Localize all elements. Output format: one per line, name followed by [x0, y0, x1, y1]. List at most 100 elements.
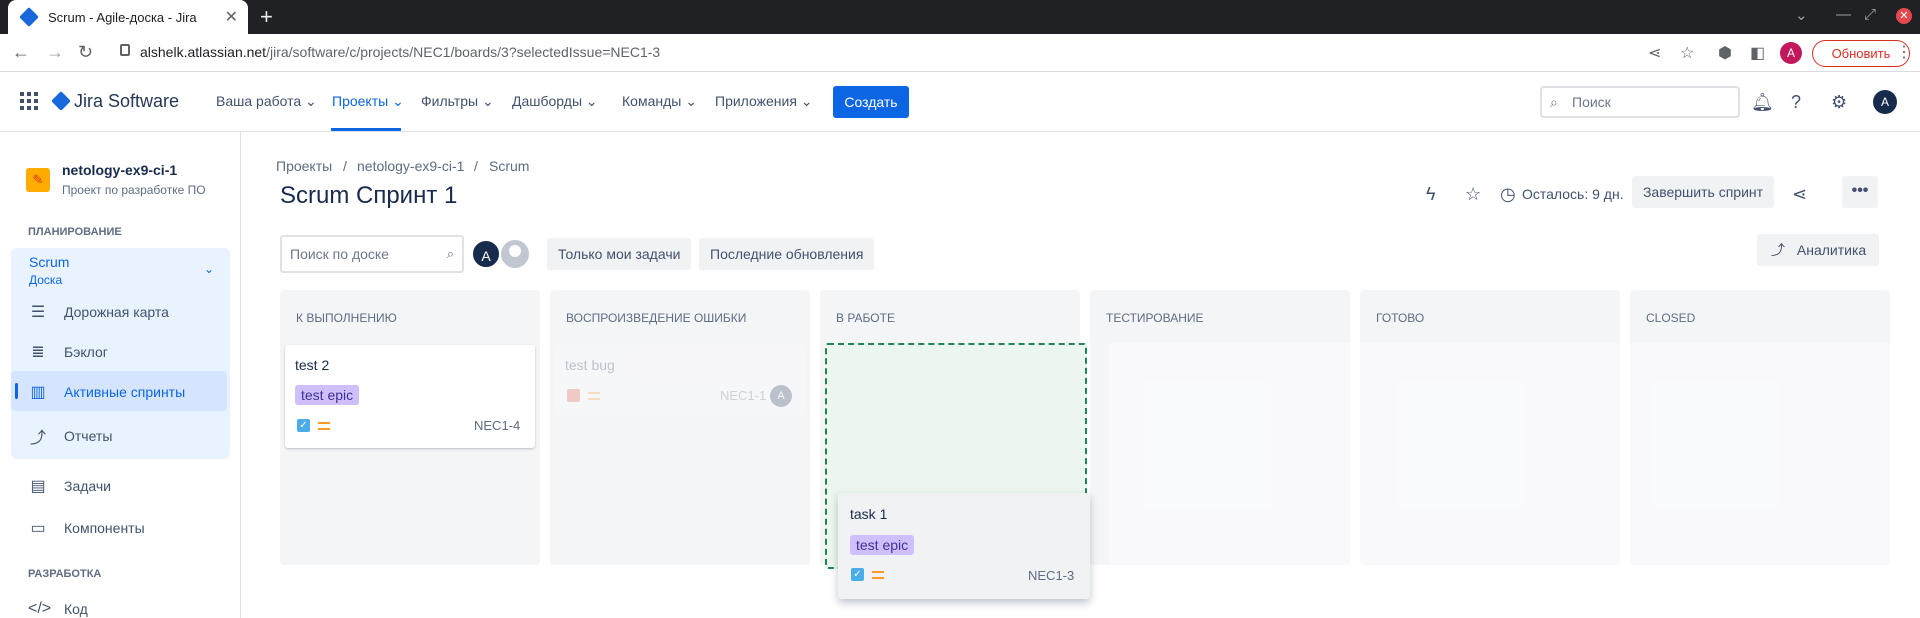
jira-logo-text[interactable]: Jira Software: [74, 91, 179, 112]
new-tab-button[interactable]: +: [260, 4, 273, 30]
board-columns-icon: ▥: [30, 384, 46, 401]
only-my-issues-button[interactable]: Только мои задачи: [547, 238, 692, 270]
breadcrumb-projects[interactable]: Проекты: [276, 158, 332, 174]
dragging-issue-card[interactable]: task 1 test epic ✓ NEC1-3: [838, 493, 1090, 599]
recently-updated-button[interactable]: Последние обновления: [699, 238, 875, 270]
create-button[interactable]: Создать: [833, 86, 909, 118]
nav-dashboards[interactable]: Дашборды ⌄: [512, 93, 598, 110]
search-placeholder: Поиск: [1572, 94, 1611, 110]
issue-key[interactable]: NEC1-3: [1028, 568, 1074, 583]
assignee-avatar: A: [770, 385, 792, 407]
column-overlay: [1109, 343, 1920, 569]
issue-card[interactable]: test bug NEC1-1 A: [555, 345, 805, 415]
priority-medium-icon: [318, 422, 330, 430]
window-close-icon[interactable]: ✕: [1896, 8, 1912, 24]
automation-lightning-icon[interactable]: ϟ: [1426, 184, 1436, 205]
share-icon[interactable]: ⋖: [1792, 184, 1807, 205]
forward-icon[interactable]: →: [46, 42, 64, 63]
insights-button[interactable]: ⤴ Аналитика: [1757, 234, 1879, 266]
issue-card[interactable]: test 2 test epic ✓ NEC1-4: [285, 345, 535, 448]
planning-section-header: ПЛАНИРОВАНИЕ: [28, 226, 122, 238]
nav-projects[interactable]: Проекты ⌄: [332, 93, 404, 110]
browser-tab[interactable]: Scrum - Agile-доска - Jira ✕: [8, 0, 248, 34]
nav-apps[interactable]: Приложения ⌄: [715, 93, 813, 110]
app-switcher-icon[interactable]: [20, 92, 38, 110]
tab-title: Scrum - Agile-доска - Jira: [48, 9, 197, 25]
settings-gear-icon[interactable]: ⚙: [1831, 92, 1847, 113]
lock-icon: [120, 44, 130, 56]
issues-icon: ▤: [30, 478, 46, 495]
task-type-icon: ✓: [297, 419, 310, 432]
project-name[interactable]: netology-ex9-ci-1: [62, 162, 177, 178]
chevron-down-icon[interactable]: ⌄: [204, 262, 214, 276]
assignee-avatar-filter[interactable]: A: [471, 239, 501, 269]
breadcrumb-separator: /: [343, 158, 347, 174]
extensions-icon[interactable]: ⬢: [1718, 43, 1732, 63]
nav-filters[interactable]: Фильтры ⌄: [421, 93, 494, 110]
jira-favicon-icon: [19, 7, 39, 27]
card-summary: task 1: [850, 506, 888, 522]
breadcrumb-project[interactable]: netology-ex9-ci-1: [357, 158, 464, 174]
development-section-header: РАЗРАБОТКА: [28, 568, 102, 580]
star-icon[interactable]: ☆: [1465, 184, 1481, 205]
close-tab-icon[interactable]: ✕: [225, 7, 238, 27]
tab-search-icon[interactable]: ⌄: [1795, 6, 1808, 24]
board-selector-sub: Доска: [29, 273, 63, 287]
card-summary: test 2: [295, 357, 330, 373]
priority-medium-icon: [872, 571, 884, 579]
minimize-icon[interactable]: —: [1836, 6, 1851, 23]
nav-teams[interactable]: Команды ⌄: [622, 93, 697, 110]
backlog-icon: ≣: [31, 344, 45, 361]
sidebar-item-roadmap[interactable]: ☰ Дорожная карта: [28, 302, 169, 322]
sidebar-item-issues[interactable]: ▤ Задачи: [28, 476, 111, 496]
project-type: Проект по разработке ПО: [62, 183, 206, 197]
code-icon: </>: [28, 600, 52, 617]
components-icon: ▭: [30, 520, 46, 537]
clock-icon: ◷: [1500, 184, 1516, 204]
search-icon: ⌕: [446, 246, 454, 261]
board-search-input[interactable]: Поиск по доске ⌕: [280, 235, 464, 273]
url-field[interactable]: alshelk.atlassian.net/jira/software/c/pr…: [140, 44, 660, 60]
sidebar-item-components[interactable]: ▭ Компоненты: [28, 518, 144, 538]
restore-icon[interactable]: ⤢: [1864, 6, 1876, 23]
share-page-icon[interactable]: ⋖: [1648, 43, 1661, 63]
breadcrumb-board[interactable]: Scrum: [489, 158, 529, 174]
analytics-chart-icon: ⤴: [1771, 242, 1785, 258]
profile-avatar[interactable]: A: [1873, 90, 1897, 114]
browser-tab-bar: Scrum - Agile-доска - Jira ✕ + ⌄ — ⤢ ✕: [0, 0, 1920, 34]
side-panel-icon[interactable]: ◧: [1750, 43, 1765, 63]
back-icon[interactable]: ←: [12, 42, 30, 63]
bug-type-icon: [567, 389, 580, 402]
reports-chart-icon: ⤴: [29, 430, 46, 447]
jira-top-nav: Jira Software Ваша работа ⌄ Проекты ⌄ Фи…: [0, 72, 1920, 132]
column-title: К ВЫПОЛНЕНИЮ: [296, 311, 397, 325]
issue-key[interactable]: NEC1-4: [474, 418, 520, 433]
sidebar-item-backlog[interactable]: ≣ Бэклог: [28, 342, 108, 362]
column-title: CLOSED: [1646, 311, 1696, 325]
notifications-icon[interactable]: 🔔︎: [1751, 92, 1774, 113]
card-summary: test bug: [565, 357, 615, 373]
unassigned-avatar-filter[interactable]: [499, 238, 531, 270]
jira-logo-icon[interactable]: [51, 91, 71, 111]
column-title: ВОСПРОИЗВЕДЕНИЕ ОШИБКИ: [566, 311, 747, 325]
sidebar-item-code[interactable]: </> Код: [28, 600, 88, 618]
sprint-remaining: Осталось: 9 дн.: [1522, 186, 1624, 202]
complete-sprint-button[interactable]: Завершить спринт: [1632, 176, 1774, 208]
board-selector-title[interactable]: Scrum: [29, 254, 69, 270]
nav-active-indicator: [331, 128, 401, 131]
epic-lozenge: test epic: [850, 535, 915, 555]
browser-menu-icon[interactable]: ⋮: [1896, 42, 1912, 62]
help-icon[interactable]: ?: [1791, 92, 1801, 113]
bookmark-star-icon[interactable]: ☆: [1680, 43, 1694, 63]
sidebar-active-indicator: [15, 383, 18, 399]
sidebar-item-reports[interactable]: ⤴ Отчеты: [28, 424, 112, 448]
more-actions-button[interactable]: •••: [1842, 176, 1878, 208]
browser-profile-avatar[interactable]: A: [1780, 42, 1802, 64]
nav-your-work[interactable]: Ваша работа ⌄: [216, 93, 317, 110]
global-search-input[interactable]: ⌕ Поиск: [1540, 86, 1740, 118]
task-type-icon: ✓: [851, 568, 864, 581]
sidebar-item-active-sprints[interactable]: ▥ Активные спринты: [28, 382, 185, 402]
issue-key[interactable]: NEC1-1: [720, 388, 766, 403]
epic-lozenge: test epic: [295, 385, 360, 405]
reload-icon[interactable]: ↻: [78, 42, 93, 63]
